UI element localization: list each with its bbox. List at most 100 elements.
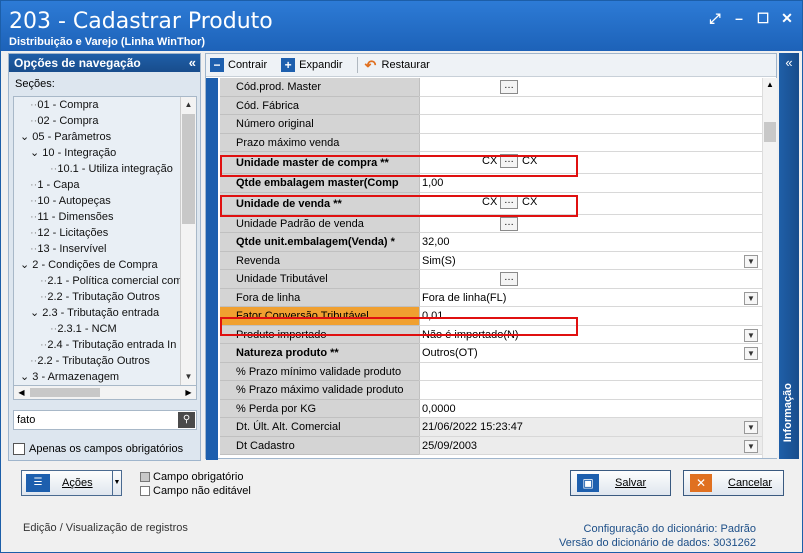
tree-item[interactable]: ··1 - Capa bbox=[14, 177, 182, 193]
search-input[interactable] bbox=[14, 411, 174, 429]
grid-vertical-scrollbar[interactable]: ▲ bbox=[762, 78, 777, 458]
title-bar: 203 - Cadastrar Produto Distribuição e V… bbox=[1, 1, 802, 51]
scroll-up-icon[interactable]: ▲ bbox=[181, 97, 196, 113]
property-label: Unidade Tributável bbox=[220, 270, 419, 289]
save-label: Salvar bbox=[615, 477, 647, 489]
collapse-button[interactable]: − Contrair bbox=[210, 58, 275, 72]
tree-item[interactable]: ··10.1 - Utiliza integração bbox=[14, 161, 182, 177]
tree-item[interactable]: ⌄ 05 - Parâmetros bbox=[14, 129, 182, 145]
only-required-label: Apenas os campos obrigatórios bbox=[29, 443, 184, 455]
search-box: ⚲ bbox=[13, 410, 197, 430]
cancel-label: Cancelar bbox=[728, 477, 773, 489]
scroll-right-icon[interactable]: ▶ bbox=[181, 386, 196, 399]
lookup-button[interactable]: … bbox=[500, 272, 518, 286]
actions-button[interactable]: ☰ Ações ▼ bbox=[21, 470, 122, 496]
property-value[interactable]: … bbox=[419, 78, 762, 97]
tree-item[interactable]: ··11 - Dimensões bbox=[14, 209, 182, 225]
property-value[interactable]: Sim(S) ▼ bbox=[419, 251, 762, 270]
expand-toggle-icon[interactable]: ⌄ bbox=[20, 371, 32, 383]
tree-item[interactable]: ··2.1 - Política comercial com bbox=[14, 273, 182, 289]
tree-horizontal-scrollbar[interactable]: ◀ ▶ bbox=[13, 385, 197, 400]
minimize-icon[interactable]: – bbox=[730, 9, 748, 27]
tree-item[interactable]: ··02 - Compra bbox=[14, 113, 182, 129]
restore-button[interactable]: ↶ Restaurar bbox=[364, 58, 438, 72]
restore-window-icon[interactable]: ⤢ bbox=[706, 9, 724, 27]
property-value[interactable]: … bbox=[419, 270, 762, 289]
dropdown-arrow-icon[interactable]: ▼ bbox=[744, 291, 758, 305]
property-value[interactable]: Outros(OT) ▼ bbox=[419, 344, 762, 363]
property-value[interactable] bbox=[419, 115, 762, 134]
scroll-thumb[interactable] bbox=[182, 114, 195, 224]
legend-required-label: Campo obrigatório bbox=[153, 471, 244, 483]
property-value[interactable]: 32,00 bbox=[419, 233, 762, 252]
tree-item[interactable]: ⌄ 2 - Condições de Compra bbox=[14, 257, 182, 273]
dictionary-version-label: Versão do dicionário de dados: bbox=[559, 537, 711, 549]
tree-item[interactable]: ⌄ 3 - Armazenagem bbox=[14, 369, 182, 385]
maximize-icon[interactable]: ☐ bbox=[754, 9, 772, 27]
property-value[interactable] bbox=[419, 381, 762, 400]
restore-label: Restaurar bbox=[381, 59, 430, 71]
tree-item[interactable]: ··2.2 - Tributação Outros bbox=[14, 353, 182, 369]
property-value[interactable] bbox=[419, 362, 762, 381]
grid-scroll-thumb[interactable] bbox=[764, 122, 776, 142]
tree-item[interactable]: ··2.2 - Tributação Outros bbox=[14, 289, 182, 305]
property-value[interactable]: 0,0000 bbox=[419, 399, 762, 418]
expand-button[interactable]: + Expandir bbox=[281, 58, 350, 72]
close-icon[interactable]: ✕ bbox=[778, 9, 796, 27]
sections-tree[interactable]: ··01 - Compra ··02 - Compra ⌄ 05 - Parâmet… bbox=[13, 96, 197, 386]
lookup-button[interactable]: … bbox=[500, 216, 518, 231]
editor-toolbar: − Contrair + Expandir ↶ Restaurar bbox=[206, 54, 776, 77]
h-scroll-thumb[interactable] bbox=[30, 388, 100, 397]
tree-item[interactable]: ··13 - Inservível bbox=[14, 241, 182, 257]
grid-scroll-up-icon[interactable]: ▲ bbox=[763, 78, 777, 92]
only-required-option[interactable]: Apenas os campos obrigatórios bbox=[13, 443, 183, 455]
grid-gutter bbox=[206, 78, 218, 460]
expand-toggle-icon[interactable]: ⌄ bbox=[30, 147, 42, 159]
expand-toggle-icon[interactable]: ⌄ bbox=[20, 131, 32, 143]
window-subtitle: Distribuição e Varejo (Linha WinThor) bbox=[9, 36, 206, 48]
dropdown-arrow-icon[interactable]: ▼ bbox=[744, 439, 758, 453]
property-value[interactable] bbox=[419, 96, 762, 115]
tree-item[interactable]: ··2.3.1 - NCM bbox=[14, 321, 182, 337]
tree-item[interactable]: ⌄ 10 - Integração bbox=[14, 145, 182, 161]
tree-item[interactable]: ··12 - Licitações bbox=[14, 225, 182, 241]
tree-item[interactable]: ··2.4 - Tributação entrada In bbox=[14, 337, 182, 353]
dropdown-arrow-icon[interactable]: ▼ bbox=[744, 254, 758, 268]
tree-item[interactable]: ··10 - Autopeças bbox=[14, 193, 182, 209]
dropdown-arrow-icon[interactable]: ▼ bbox=[744, 421, 758, 434]
property-value[interactable]: 25/09/2003 ▼ bbox=[419, 436, 762, 455]
property-value[interactable]: Fora de linha(FL) ▼ bbox=[419, 288, 762, 307]
lookup-button[interactable]: … bbox=[500, 80, 518, 94]
tree-item[interactable]: ⌄ 2.3 - Tributação entrada bbox=[14, 305, 182, 321]
cancel-button[interactable]: ✕ Cancelar bbox=[683, 470, 784, 496]
property-label: Prazo máximo venda bbox=[220, 133, 419, 152]
tree-vertical-scrollbar[interactable]: ▲ ▼ bbox=[180, 97, 196, 385]
property-value[interactable] bbox=[419, 133, 762, 152]
property-label: Cód.prod. Master bbox=[220, 78, 419, 97]
dropdown-arrow-icon[interactable]: ▼ bbox=[744, 347, 758, 360]
scroll-down-icon[interactable]: ▼ bbox=[181, 369, 196, 385]
tree-item-label: 2.2 - Tributação Outros bbox=[47, 291, 160, 303]
property-value[interactable]: 21/06/2022 15:23:47 ▼ bbox=[419, 418, 762, 437]
info-panel-tab[interactable]: « Informação bbox=[779, 53, 799, 459]
cancel-icon: ✕ bbox=[690, 474, 712, 492]
actions-dropdown-icon[interactable]: ▼ bbox=[112, 471, 121, 495]
only-required-checkbox[interactable] bbox=[13, 443, 25, 455]
collapse-panel-icon[interactable]: « bbox=[189, 54, 196, 72]
navigation-title: Opções de navegação bbox=[14, 56, 141, 70]
scroll-left-icon[interactable]: ◀ bbox=[14, 386, 29, 399]
expand-toggle-icon[interactable]: ⌄ bbox=[30, 307, 42, 319]
status-mode: Edição / Visualização de registros bbox=[23, 522, 188, 534]
save-button[interactable]: ▣ Salvar bbox=[570, 470, 671, 496]
tree-item[interactable]: ··01 - Compra bbox=[14, 97, 182, 113]
expand-info-icon[interactable]: « bbox=[779, 55, 799, 70]
expand-toggle-icon[interactable]: ⌄ bbox=[20, 259, 32, 271]
undo-icon: ↶ bbox=[364, 57, 377, 73]
property-value[interactable]: … bbox=[419, 214, 762, 233]
tree-item-label: 2.3 - Tributação entrada bbox=[42, 307, 160, 319]
dropdown-arrow-icon[interactable]: ▼ bbox=[744, 328, 758, 342]
property-label: Dt. Últ. Alt. Comercial bbox=[220, 418, 419, 437]
tree-item-label: 13 - Inservível bbox=[37, 243, 107, 255]
window-title: 203 - Cadastrar Produto bbox=[9, 9, 273, 34]
search-icon[interactable]: ⚲ bbox=[178, 412, 195, 428]
